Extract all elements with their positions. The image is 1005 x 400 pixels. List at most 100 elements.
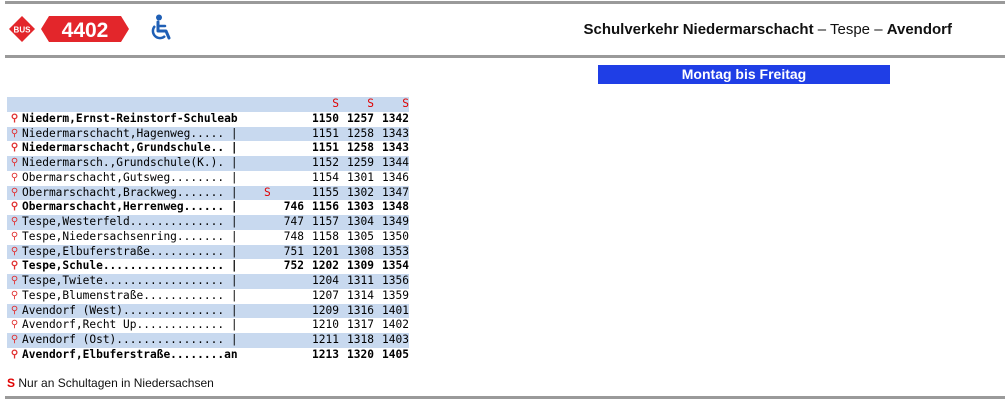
departure-time: 1154 [312, 170, 339, 184]
departure-time: 1346 [382, 170, 409, 184]
departure-time: 1202 [312, 259, 339, 273]
stop-name: Obermarschacht,Brackweg....... [22, 185, 225, 199]
departure-time: 1151 [312, 141, 339, 155]
stop-suffix: | [224, 274, 238, 287]
stop-row: ⚲ Niedermarschacht,Hagenweg..... | 1151 125… [7, 126, 409, 142]
departure-time [282, 185, 309, 201]
departure-time: 1209 [309, 303, 344, 319]
stop-flag: S [264, 185, 271, 199]
stop-suffix: | [224, 259, 238, 273]
title-separator: – [813, 21, 830, 38]
stop-name: Tespe,Niedersachsenring....... [22, 229, 225, 243]
stop-suffix: | [224, 185, 238, 199]
departure-time: 1314 [347, 288, 374, 302]
departure-time: 1302 [344, 185, 379, 201]
stop-name: Obermarschacht,Gutsweg........ [22, 170, 225, 184]
route-title: Schulverkehr Niedermarschacht – Tespe – … [583, 21, 952, 38]
stop-suffix: | [224, 126, 238, 140]
top-rule [5, 1, 1005, 4]
stop-suffix: | [224, 229, 238, 243]
footer-rule [5, 396, 1005, 399]
stop-marker-icon: ⚲ [10, 260, 19, 272]
departure-time: 1343 [382, 141, 409, 155]
departure-time: 1402 [382, 318, 409, 332]
stop-row: ⚲ Obermarschacht,Gutsweg........ | 1154 130… [7, 171, 409, 186]
stop-suffix: | [224, 333, 238, 346]
departure-time: 748 [283, 229, 304, 243]
stop-name: Tespe,Twiete.................. [22, 274, 225, 287]
departure-time: 1150 [312, 111, 339, 125]
departure-time: 1213 [312, 347, 339, 361]
timetable-flag-row: S S S [7, 97, 409, 112]
stop-name: Obermarschacht,Herrenweg...... [22, 200, 225, 214]
departure-time: 752 [283, 259, 304, 273]
departure-time: 1257 [347, 111, 374, 125]
column-flag: S [402, 97, 409, 110]
stop-name: Avendorf (Ost)................ [22, 333, 225, 346]
departure-time: 1158 [312, 229, 339, 243]
stop-name: Tespe,Elbuferstraße........... [22, 244, 225, 258]
departure-time: 1354 [382, 259, 409, 273]
departure-time: 1356 [379, 274, 409, 289]
departure-time [282, 141, 309, 156]
day-header: Montag bis Freitag [598, 65, 890, 84]
column-flag: S [332, 97, 339, 110]
timetable: S S S ⚲ Niederm,Ernst-Reinstorf-Schuleab 1… [7, 97, 409, 363]
stop-row: ⚲ Obermarschacht,Herrenweg...... | 746 1156… [7, 200, 409, 215]
departure-time: 1301 [347, 170, 374, 184]
departure-time: 1207 [312, 288, 339, 302]
stop-marker-icon: ⚲ [10, 289, 19, 301]
departure-time: 1201 [309, 244, 344, 260]
title-via: Tespe [830, 21, 871, 38]
departure-time: 1316 [344, 303, 379, 319]
stop-row: ⚲ Niedermarschacht,Grundschule.. | 1151 125… [7, 141, 409, 156]
departure-time [282, 318, 309, 333]
departure-time: 1305 [347, 229, 374, 243]
stop-name: Avendorf (West)............... [22, 303, 225, 317]
stop-suffix: | [224, 303, 238, 317]
departure-time: 1348 [382, 200, 409, 214]
stop-row: ⚲ Obermarschacht,Brackweg....... | S 1155 13… [7, 185, 409, 201]
title-separator: – [870, 21, 887, 38]
departure-time: 1152 [309, 156, 344, 171]
stop-row: ⚲ Avendorf (West)............... | 1209 131… [7, 303, 409, 319]
stop-marker-icon: ⚲ [10, 142, 19, 154]
stop-name: Avendorf,Elbuferstraße........ [22, 347, 225, 361]
departure-time: 1151 [309, 126, 344, 142]
departure-time [282, 333, 309, 348]
column-flag: S [367, 97, 374, 110]
stop-marker-icon: ⚲ [7, 274, 22, 289]
departure-time [282, 348, 309, 363]
departure-time: 1210 [312, 318, 339, 332]
departure-time [282, 289, 309, 304]
departure-time: 1405 [382, 347, 409, 361]
departure-time: 1309 [347, 259, 374, 273]
stop-row: ⚲ Niedermarsch.,Grundschule(K.). | 1152 125… [7, 156, 409, 171]
stop-name: Tespe,Schule.................. [22, 259, 225, 273]
stop-marker-icon: ⚲ [7, 303, 22, 319]
stop-name: Niedermarsch.,Grundschule(K.). [22, 156, 225, 169]
title-origin: Schulverkehr Niedermarschacht [583, 21, 814, 38]
departure-time: 1344 [379, 156, 409, 171]
stop-row: ⚲ Tespe,Twiete.................. | 1204 131… [7, 274, 409, 289]
departure-time: 1347 [379, 185, 409, 201]
stop-marker-icon: ⚲ [7, 126, 22, 142]
stop-row: ⚲ Tespe,Blumenstraße............ | 1207 131… [7, 289, 409, 304]
departure-time: 1156 [312, 200, 339, 214]
stop-name: Tespe,Westerfeld.............. [22, 215, 225, 228]
departure-time: 1349 [379, 215, 409, 230]
bus-4402-logo: BUS 4402 [9, 16, 129, 42]
stop-marker-icon: ⚲ [10, 201, 19, 213]
stop-name: Niedermarschacht,Hagenweg..... [22, 126, 225, 140]
stop-name: Niedermarschacht,Grundschule.. [22, 141, 225, 155]
stop-marker-icon: ⚲ [10, 319, 19, 331]
departure-time [282, 112, 309, 127]
departure-time: 1258 [347, 141, 374, 155]
legend: S Nur an Schultagen in Niedersachsen [7, 376, 214, 390]
stop-marker-icon: ⚲ [10, 171, 19, 183]
departure-time: 1155 [309, 185, 344, 201]
departure-time: 1317 [347, 318, 374, 332]
stop-row: ⚲ Avendorf,Elbuferstraße........an 1213 132… [7, 348, 409, 363]
departure-time: 1303 [347, 200, 374, 214]
departure-time: 1342 [382, 111, 409, 125]
